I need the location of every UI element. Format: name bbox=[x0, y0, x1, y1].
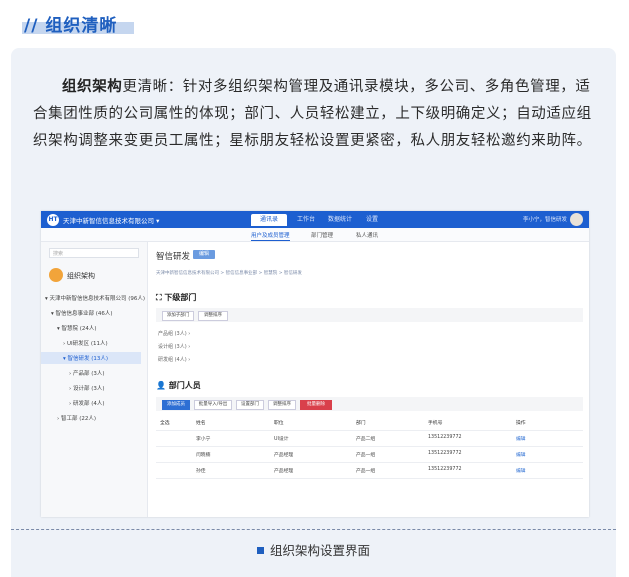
tree-item[interactable]: › 研发部 (4人) bbox=[69, 399, 105, 407]
caption: 组织架构设置界面 bbox=[11, 540, 616, 559]
import-export-button[interactable]: 批量导入/导出 bbox=[194, 400, 232, 410]
th-phone: 手机号 bbox=[428, 421, 443, 426]
edit-link[interactable]: 编辑 bbox=[516, 451, 526, 458]
subdept-item[interactable]: 研发组 (4人) › bbox=[158, 356, 190, 363]
th-dept: 部门 bbox=[356, 421, 366, 426]
main-panel: 智信研发 编辑 天津中新智信信息技术有限公司 > 智信信息事业部 > 智慧院 >… bbox=[156, 242, 583, 512]
avatar[interactable] bbox=[570, 213, 583, 226]
square-bullet-icon bbox=[256, 547, 264, 554]
th-name: 姓名 bbox=[196, 421, 206, 426]
row-divider bbox=[156, 478, 583, 479]
row-divider bbox=[156, 462, 583, 463]
user-name[interactable]: 李小宁，智信研发 bbox=[523, 215, 567, 223]
tree-item-selected[interactable]: ▾ 智信研发 (13人) bbox=[41, 352, 141, 364]
cell-name: 李小宁 bbox=[196, 437, 211, 442]
subnav-private[interactable]: 私人通讯 bbox=[356, 231, 378, 239]
nav-workbench[interactable]: 工作台 bbox=[291, 214, 321, 226]
app-screenshot: HT 天津中新智信信息技术有限公司 ▾ 通讯录 工作台 数据统计 设置 李小宁，… bbox=[41, 211, 589, 517]
edit-link[interactable]: 编辑 bbox=[516, 435, 526, 442]
edit-button[interactable]: 编辑 bbox=[193, 250, 215, 259]
section-header: // 组织清晰 bbox=[22, 10, 134, 36]
cell-dept: 产品一组 bbox=[356, 469, 376, 474]
th-position: 职位 bbox=[274, 421, 284, 426]
th-action: 操作 bbox=[516, 421, 526, 426]
tree-item[interactable]: ▾ 智信信息事业部 (46人) bbox=[51, 309, 113, 317]
intro-bold: 组织架构 bbox=[62, 79, 123, 95]
sidebar: 搜索 组织架构 ▾ 天津中新智信信息技术有限公司 (96人) ▾ 智信信息事业部… bbox=[41, 242, 148, 517]
breadcrumb[interactable]: 天津中新智信信息技术有限公司 > 智信信息事业部 > 智慧院 > 智信研发 bbox=[156, 270, 302, 276]
subdept-item[interactable]: 设计组 (3人) › bbox=[158, 343, 190, 350]
set-dept-button[interactable]: 设置部门 bbox=[236, 400, 264, 410]
row-divider bbox=[156, 446, 583, 447]
app-logo-icon: HT bbox=[47, 214, 59, 226]
cell-phone: 13512239772 bbox=[428, 451, 462, 456]
add-subdept-button[interactable]: 添加子部门 bbox=[162, 311, 194, 321]
tree-item[interactable]: ▾ 天津中新智信信息技术有限公司 (96人) bbox=[45, 294, 145, 302]
add-member-button[interactable]: 添加成员 bbox=[162, 400, 190, 410]
subdept-title: 下级部门 bbox=[164, 293, 197, 302]
tree-item[interactable]: › 产品部 (3人) bbox=[69, 369, 105, 377]
nav-stats[interactable]: 数据统计 bbox=[325, 214, 355, 226]
tree-item[interactable]: ▾ 智慧院 (24人) bbox=[57, 324, 97, 332]
cell-name: 闫晓楠 bbox=[196, 453, 211, 458]
tree-item[interactable]: › 智工部 (22人) bbox=[57, 414, 96, 422]
cell-phone: 13512239772 bbox=[428, 435, 462, 440]
nav-settings[interactable]: 设置 bbox=[359, 214, 385, 226]
company-selector[interactable]: 天津中新智信信息技术有限公司 ▾ bbox=[63, 215, 159, 225]
members-title: 部门人员 bbox=[168, 381, 201, 390]
members-toolbar: 添加成员 批量导入/导出 设置部门 调整排序 批量删除 bbox=[156, 397, 583, 411]
cell-dept: 产品二组 bbox=[356, 437, 376, 442]
caption-text: 组织架构设置界面 bbox=[269, 543, 370, 558]
tree-item[interactable]: › 设计部 (3人) bbox=[69, 384, 105, 392]
cell-position: UI设计 bbox=[274, 437, 289, 442]
dashed-divider bbox=[11, 529, 616, 530]
subdept-section-title: ⛶ 下级部门 bbox=[156, 293, 197, 302]
cell-position: 产品经理 bbox=[274, 469, 294, 474]
org-icon bbox=[49, 268, 63, 282]
subnav-departments[interactable]: 部门管理 bbox=[311, 231, 333, 239]
row-divider bbox=[156, 430, 583, 431]
table-header: 全选 姓名 职位 部门 手机号 操作 bbox=[156, 419, 583, 429]
cell-dept: 产品一组 bbox=[356, 453, 376, 458]
content-card: 组织架构更清晰：针对多组织架构管理及通讯录模块，多公司、多角色管理，适合集团性质… bbox=[11, 48, 616, 577]
sub-nav: 用户及成员管理 部门管理 私人通讯 bbox=[41, 228, 589, 242]
app-topbar: HT 天津中新智信信息技术有限公司 ▾ 通讯录 工作台 数据统计 设置 李小宁，… bbox=[41, 211, 589, 228]
cell-phone: 13512239772 bbox=[428, 467, 462, 472]
batch-delete-button[interactable]: 批量删除 bbox=[300, 400, 332, 410]
subnav-members[interactable]: 用户及成员管理 bbox=[251, 231, 290, 241]
edit-link[interactable]: 编辑 bbox=[516, 467, 526, 474]
search-input[interactable]: 搜索 bbox=[49, 248, 139, 258]
intro-paragraph: 组织架构更清晰：针对多组织架构管理及通讯录模块，多公司、多角色管理，适合集团性质… bbox=[33, 74, 603, 155]
tree-item[interactable]: › UI研发区 (11人) bbox=[63, 339, 108, 347]
cell-name: 孙佳 bbox=[196, 469, 206, 474]
subdept-item[interactable]: 产品组 (3人) › bbox=[158, 330, 190, 337]
members-section-title: 👤 部门人员 bbox=[156, 381, 201, 390]
sidebar-title: 组织架构 bbox=[67, 272, 95, 280]
nav-contacts[interactable]: 通讯录 bbox=[251, 214, 287, 226]
cell-position: 产品经理 bbox=[274, 453, 294, 458]
subdept-toolbar: 添加子部门 调整排序 bbox=[156, 308, 583, 322]
section-title: // 组织清晰 bbox=[24, 16, 118, 36]
dept-title: 智信研发 bbox=[156, 252, 191, 262]
reorder-button[interactable]: 调整排序 bbox=[198, 311, 228, 321]
th-select-all[interactable]: 全选 bbox=[160, 419, 170, 426]
reorder-members-button[interactable]: 调整排序 bbox=[268, 400, 296, 410]
